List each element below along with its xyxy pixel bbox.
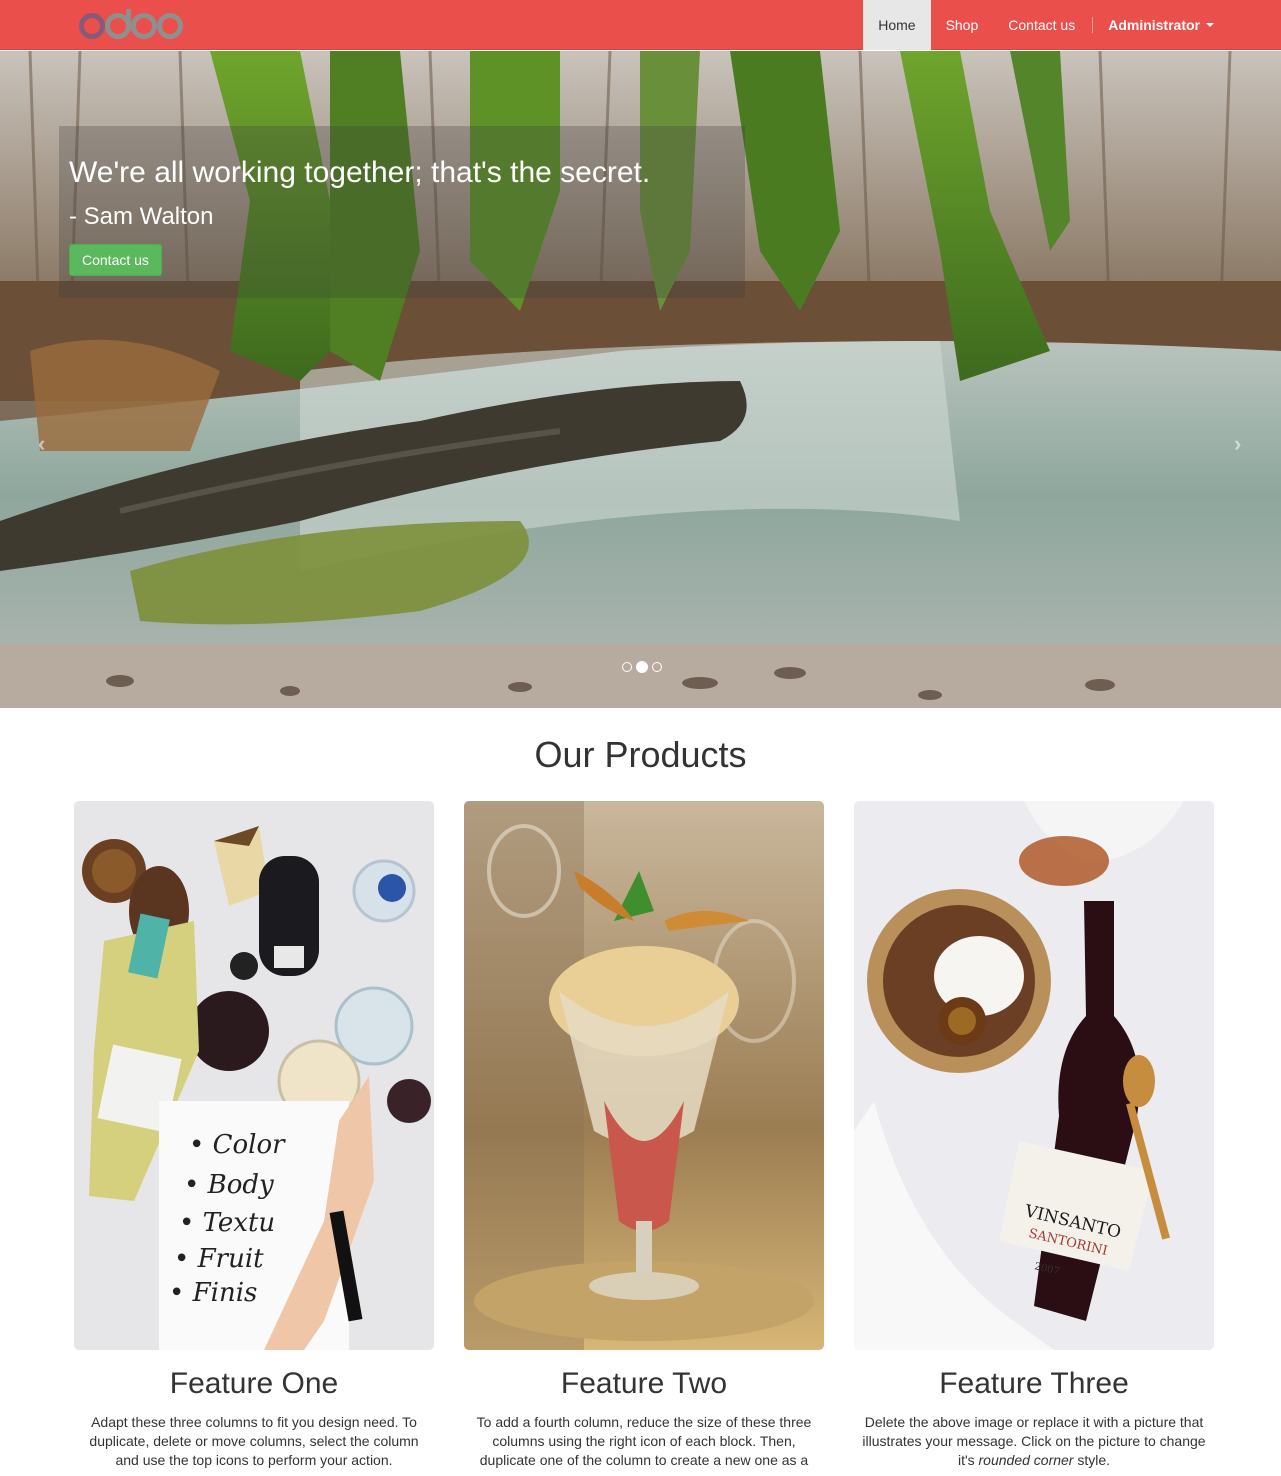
chevron-right-icon[interactable]: › (1234, 431, 1241, 457)
carousel-indicator-1[interactable] (622, 662, 632, 672)
carousel-indicator-2[interactable] (636, 661, 648, 673)
caret-down-icon (1206, 23, 1214, 27)
svg-text:• Color: • Color (189, 1130, 286, 1160)
svg-text:• Finis: • Finis (169, 1278, 257, 1308)
hero-carousel: We're all working together; that's the s… (0, 51, 1281, 708)
feature-three-text-emphasis: rounded corner (978, 1452, 1074, 1468)
ice-cream-sundae-image (464, 801, 824, 1350)
feature-three-title: Feature Three (939, 1367, 1129, 1400)
nav-item-home[interactable]: Home (863, 0, 931, 50)
user-menu-label: Administrator (1108, 17, 1200, 33)
feature-card-three: VINSANTO SANTORINI 2007 Feature Three De… (854, 801, 1214, 1470)
feature-one-image[interactable]: • Color • Body • Textu • Fruit • Finis (74, 801, 434, 1350)
odoo-logo-mark (79, 9, 183, 39)
contact-us-button[interactable]: Contact us (69, 244, 162, 276)
feature-card-one: • Color • Body • Textu • Fruit • Finis Feat… (74, 801, 434, 1470)
svg-text:• Body: • Body (184, 1170, 274, 1200)
carousel-caption: We're all working together; that's the s… (59, 126, 745, 298)
carousel-indicators (622, 661, 662, 673)
feature-three-text: Delete the above image or replace it wit… (854, 1413, 1214, 1470)
odoo-logo[interactable] (78, 8, 186, 42)
svg-text:• Textu: • Textu (179, 1208, 275, 1238)
feature-one-title: Feature One (169, 1367, 339, 1400)
chevron-left-icon[interactable]: ‹ (38, 431, 45, 457)
feature-three-text-end: style. (1073, 1452, 1111, 1468)
main-menu: Home Shop Contact us Administrator (863, 0, 1229, 50)
nav-item-label: Shop (945, 17, 979, 33)
hero-quote: We're all working together; that's the s… (69, 156, 651, 189)
wine-tasting-image: • Color • Body • Textu • Fruit • Finis (74, 801, 434, 1350)
user-menu-dropdown[interactable]: Administrator (1093, 0, 1229, 50)
products-heading: Our Products (534, 734, 747, 775)
nav-item-shop[interactable]: Shop (931, 0, 994, 50)
carousel-indicator-3[interactable] (652, 662, 662, 672)
feature-one-text: Adapt these three columns to fit you des… (89, 1414, 419, 1468)
top-navbar: Home Shop Contact us Administrator (0, 0, 1281, 50)
feature-two-text: To add a fourth column, reduce the size … (476, 1414, 812, 1476)
nav-item-contact-us[interactable]: Contact us (993, 0, 1090, 50)
nav-item-label: Home (878, 17, 916, 33)
feature-three-image[interactable]: VINSANTO SANTORINI 2007 (854, 801, 1214, 1350)
nav-item-label: Contact us (1008, 17, 1076, 33)
feature-two-image[interactable] (464, 801, 824, 1350)
granola-and-wine-image: VINSANTO SANTORINI 2007 (854, 801, 1214, 1350)
feature-two-title: Feature Two (560, 1367, 728, 1400)
hero-author: - Sam Walton (69, 203, 214, 230)
feature-card-two: Feature Two To add a fourth column, redu… (464, 801, 824, 1476)
svg-text:• Fruit: • Fruit (174, 1244, 264, 1274)
